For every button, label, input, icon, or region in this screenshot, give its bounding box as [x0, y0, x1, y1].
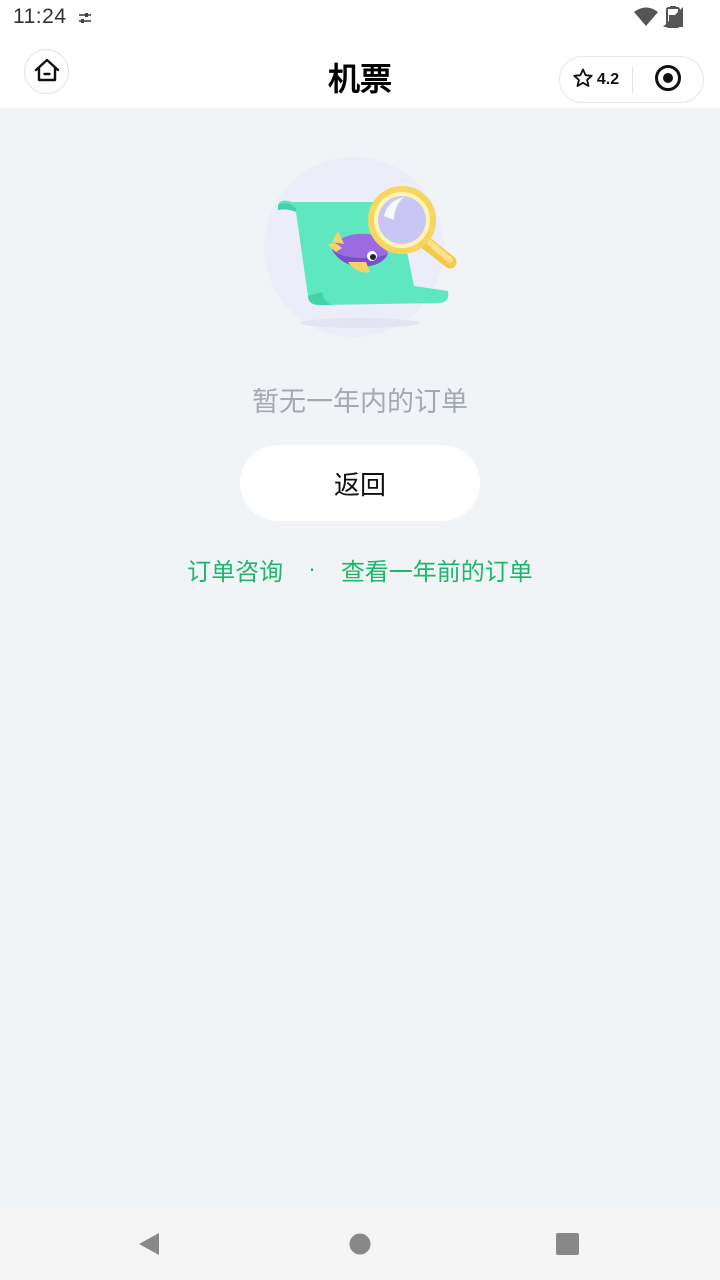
settings-icon [78, 10, 92, 29]
link-separator: · [308, 557, 316, 582]
back-button[interactable]: 返回 [240, 445, 480, 521]
record-button[interactable] [633, 57, 703, 102]
empty-message: 暂无一年内的订单 [252, 387, 468, 418]
recents-square-icon[interactable] [556, 1233, 579, 1259]
star-icon [573, 68, 593, 92]
back-triangle-icon[interactable] [137, 1232, 161, 1260]
wifi-icon [634, 7, 658, 31]
rating-value: 4.2 [596, 70, 620, 88]
battery-icon [666, 6, 680, 32]
status-bar: 11:24 [0, 0, 720, 36]
status-time: 11:24 [13, 5, 67, 28]
older-orders-link[interactable]: 查看一年前的订单 [341, 552, 533, 587]
nav-bar: 机票 4.2 [0, 36, 720, 108]
links-row: 订单咨询 · 查看一年前的订单 [0, 552, 720, 587]
menu-capsule: 4.2 [559, 56, 704, 103]
empty-illustration [262, 150, 462, 344]
home-circle-icon[interactable] [349, 1233, 371, 1259]
rating-button[interactable]: 4.2 [560, 57, 632, 102]
order-consult-link[interactable]: 订单咨询 [187, 552, 283, 587]
record-icon [654, 64, 682, 96]
system-nav-bar [0, 1208, 720, 1280]
